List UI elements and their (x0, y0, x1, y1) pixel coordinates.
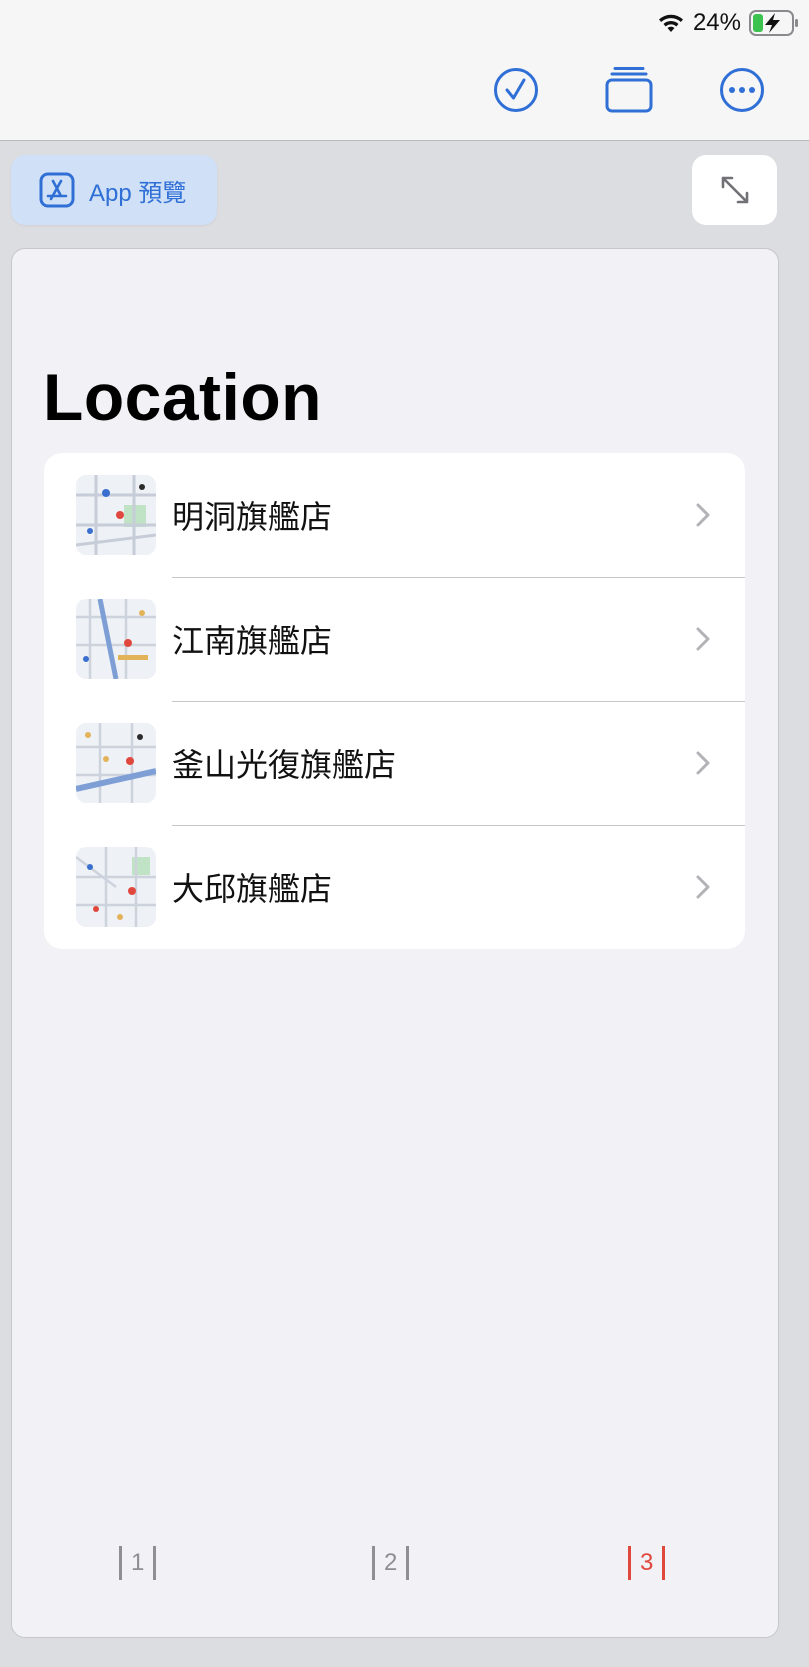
chevron-right-icon (693, 500, 713, 530)
page-bar-left (119, 1546, 122, 1580)
page-bar-right (662, 1546, 666, 1580)
list-item[interactable]: 江南旗艦店 (44, 577, 745, 701)
windows-icon (605, 67, 653, 113)
expand-button[interactable] (692, 155, 777, 225)
list-item-label: 釜山光復旗艦店 (172, 747, 397, 783)
chevron-right-icon (693, 748, 713, 778)
preview-canvas: Location 明洞旗艦店 江南旗艦店 釜山光復旗艦店 大邱旗艦店 1 2 3 (11, 248, 779, 1638)
app-store-icon (39, 172, 75, 208)
more-options-button[interactable] (716, 64, 768, 116)
page-bar-right (406, 1546, 410, 1580)
top-toolbar: 24% (0, 0, 809, 141)
list-item-label: 明洞旗艦店 (172, 499, 333, 535)
page-bar-right (153, 1546, 157, 1580)
location-list: 明洞旗艦店 江南旗艦店 釜山光復旗艦店 大邱旗艦店 (44, 453, 745, 949)
map-thumbnail-icon (76, 723, 156, 803)
list-item-label: 大邱旗艦店 (172, 871, 333, 907)
list-item[interactable]: 明洞旗艦店 (44, 453, 745, 577)
map-thumbnail-icon (76, 847, 156, 927)
map-thumbnail-icon (76, 599, 156, 679)
page-number: 1 (131, 1549, 145, 1576)
chevron-right-icon (693, 624, 713, 654)
windows-button[interactable] (603, 64, 655, 116)
page-indicator-2[interactable]: 2 (372, 1545, 410, 1581)
app-preview-label: App 預覽 (89, 179, 187, 207)
page-indicator-1[interactable]: 1 (119, 1545, 157, 1581)
status-bar: 24% (657, 6, 799, 40)
page-indicator: 1 2 3 (12, 1545, 778, 1585)
battery-charging-icon (749, 10, 799, 36)
wifi-icon (657, 12, 685, 34)
list-item[interactable]: 大邱旗艦店 (44, 825, 745, 949)
list-item[interactable]: 釜山光復旗艦店 (44, 701, 745, 825)
page-title: Location (43, 360, 322, 434)
battery-percent: 24% (692, 9, 741, 36)
page-bar-left (628, 1546, 631, 1580)
chevron-right-icon (693, 872, 713, 902)
done-check-button[interactable] (490, 64, 542, 116)
app-preview-button[interactable]: App 預覽 (11, 155, 217, 225)
list-item-label: 江南旗艦店 (172, 623, 333, 659)
page-number: 3 (640, 1549, 654, 1576)
expand-arrows-icon (721, 176, 748, 204)
more-icon (720, 68, 764, 112)
page-number: 2 (384, 1549, 398, 1576)
map-thumbnail-icon (76, 475, 156, 555)
check-circle-icon (494, 68, 538, 112)
page-bar-left (372, 1546, 375, 1580)
page-indicator-3[interactable]: 3 (628, 1545, 666, 1581)
